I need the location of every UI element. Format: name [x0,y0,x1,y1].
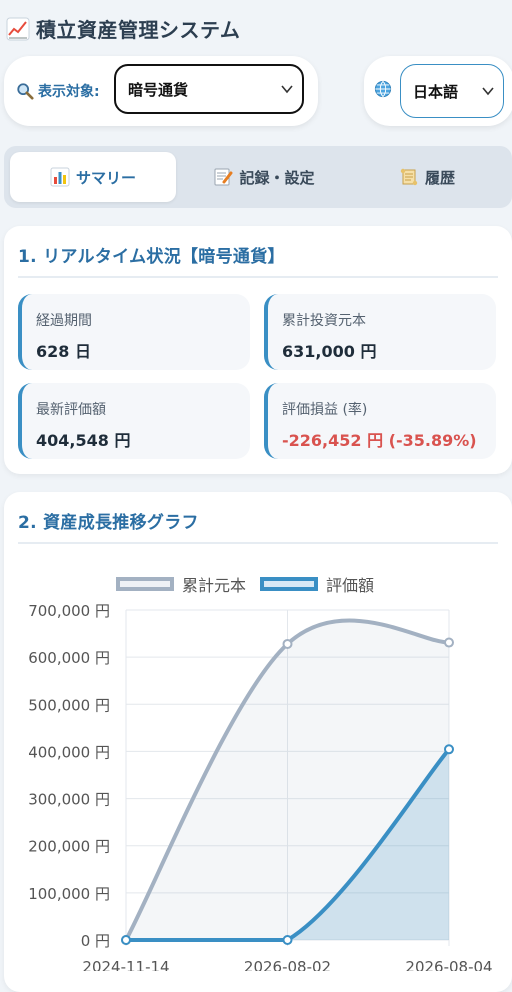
target-select-value: 暗号通貨 [128,80,189,99]
divider [18,276,498,278]
language-select[interactable]: 日本語 [400,64,504,118]
app-header: 積立資産管理システム [6,14,240,43]
stat-value: -226,452 円 (-35.89%) [282,431,477,450]
search-icon [17,83,34,100]
divider [18,542,498,544]
scroll-icon [400,168,418,186]
language-select-value: 日本語 [413,82,459,101]
realtime-status-card: 1. リアルタイム状況【暗号通貨】 経過期間 628 日 累計投資元本 631,… [4,226,512,474]
asset-growth-card: 2. 資産成長推移グラフ [4,492,512,992]
legend-label: 評価額 [326,576,375,595]
stat-value: 631,000 円 [282,342,377,361]
tab-history-label: 履歴 [424,168,455,187]
target-select[interactable]: 暗号通貨 [114,64,304,114]
tab-bar: サマリー 記録・設定 履歴 [4,146,512,208]
legend-swatch [260,577,319,591]
app-title: 積立資産管理システム [36,18,241,42]
memo-icon [214,168,233,186]
stat-value: 628 日 [36,342,91,361]
stat-profit-loss: 評価損益 (率) -226,452 円 (-35.89%) [264,383,496,459]
stat-total-principal: 累計投資元本 631,000 円 [264,294,496,370]
tab-record-settings-label: 記録・設定 [239,168,315,187]
stat-label: 累計投資元本 [282,313,366,329]
language-selector-card: 日本語 [364,56,512,126]
stat-latest-valuation: 最新評価額 404,548 円 [18,383,250,459]
target-label: 表示対象: [38,84,100,100]
globe-icon [374,80,392,98]
chevron-down-icon [482,87,494,96]
chart-increasing-icon [6,17,30,40]
tab-history[interactable]: 履歴 [352,152,502,202]
stat-elapsed-days: 経過期間 628 日 [18,294,250,370]
tab-record-settings[interactable]: 記録・設定 [184,152,344,202]
chevron-down-icon [281,85,293,94]
status-title: 1. リアルタイム状況【暗号通貨】 [18,247,285,267]
stat-label: 最新評価額 [36,402,106,418]
legend-item-valuation[interactable]: 評価額 [260,572,374,596]
tab-summary[interactable]: サマリー [10,152,176,202]
stat-label: 評価損益 (率) [282,402,368,418]
stat-value: 404,548 円 [36,431,131,450]
stat-label: 経過期間 [36,313,92,329]
target-selector-card: 表示対象: 暗号通貨 [4,56,318,126]
legend-item-principal[interactable]: 累計元本 [116,572,246,596]
legend-swatch [116,577,174,591]
bar-chart-icon [50,167,70,187]
chart-legend: 累計元本 評価額 [116,572,388,596]
tab-summary-label: サマリー [75,168,136,187]
legend-label: 累計元本 [182,576,247,595]
growth-title: 2. 資産成長推移グラフ [18,513,199,533]
